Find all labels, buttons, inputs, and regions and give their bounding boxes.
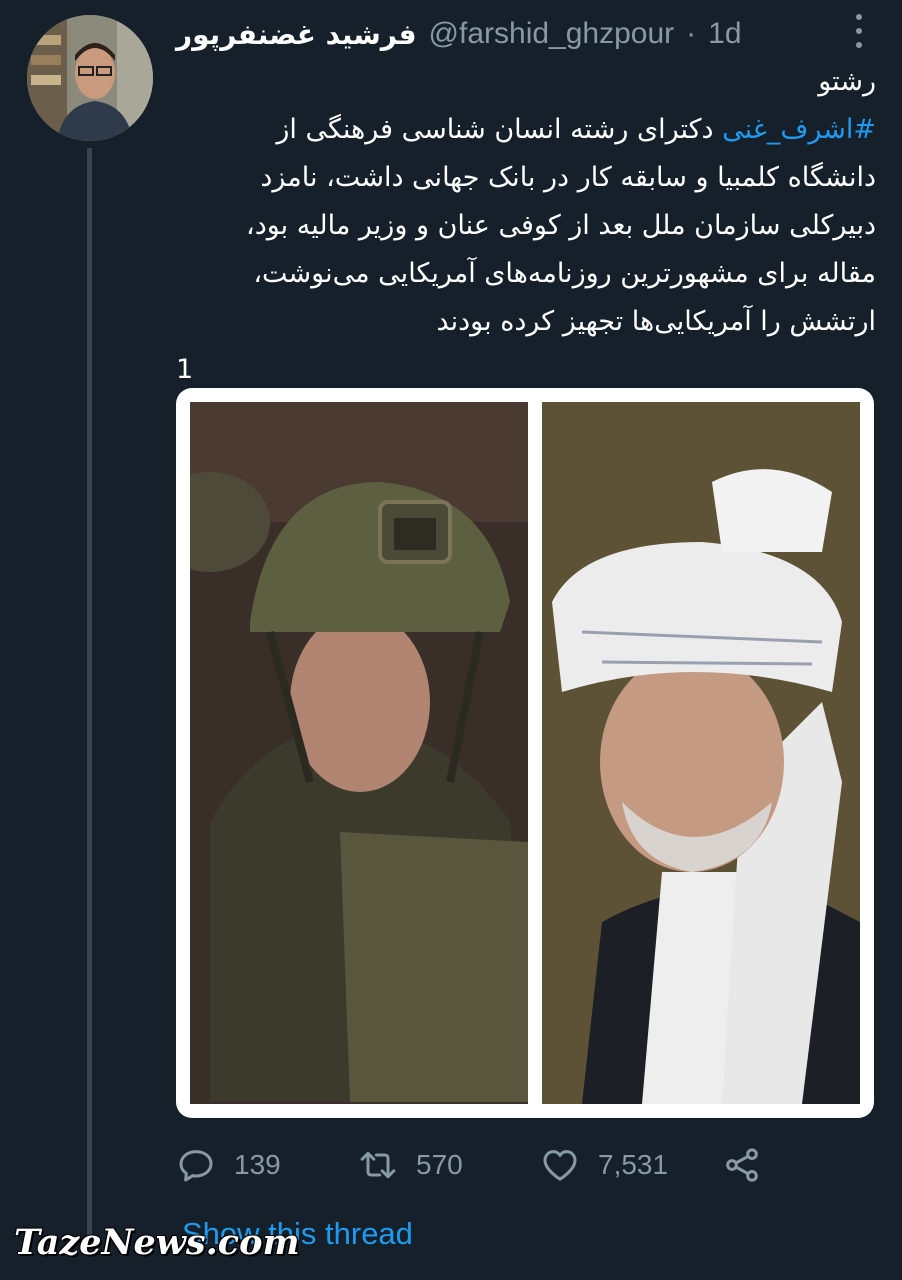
thread-connector-line: [87, 148, 92, 1238]
tweet-text-line: رشتو: [818, 66, 876, 97]
reply-count: 139: [234, 1149, 281, 1180]
tweet-text: رشتو #اشرف_غنی دکترای رشته انسان شناسی ف…: [176, 58, 876, 394]
more-vertical-icon[interactable]: [852, 14, 866, 48]
like-count: 7,531: [598, 1149, 669, 1180]
reply-icon: [179, 1150, 213, 1182]
reply-button[interactable]: 139: [176, 1145, 358, 1185]
share-icon: [726, 1148, 758, 1182]
retweet-icon: [360, 1151, 396, 1179]
tweet-actions: 139 570 7,531: [176, 1140, 776, 1190]
header-separator: ·: [686, 17, 697, 50]
share-button[interactable]: [722, 1145, 762, 1185]
display-name[interactable]: فرشید غضنفرپور: [176, 18, 417, 51]
retweet-button[interactable]: 570: [358, 1145, 540, 1185]
avatar[interactable]: [27, 15, 153, 141]
tweet-text-line: مقاله برای مشهورترین روزنامه‌های آمریکای…: [253, 258, 876, 289]
media-photo-right[interactable]: [542, 402, 860, 1104]
tweet-text-line: 1: [176, 354, 194, 385]
watermark-logo: TazeNews.com: [14, 1222, 300, 1263]
tweet-header: فرشید غضنفرپور @farshid_ghzpour · 1d: [176, 12, 866, 56]
tweet-text-line: #اشرف_غنی دکترای رشته انسان شناسی فرهنگی…: [176, 106, 876, 154]
tweet-text-line: دانشگاه کلمبیا و سابقه کار در بانک جهانی…: [260, 162, 876, 193]
tweet-text-line: ارتشش را آمریکایی‌ها تجهیز کرده بودند: [436, 306, 876, 337]
like-button[interactable]: 7,531: [540, 1145, 722, 1185]
tweet-text-line: دبیرکلی سازمان ملل بعد از کوفی عنان و وز…: [245, 210, 876, 241]
media-photo-left[interactable]: [190, 402, 528, 1104]
like-icon: [543, 1150, 577, 1181]
retweet-count: 570: [416, 1149, 463, 1180]
tweet-media[interactable]: [176, 388, 874, 1118]
hashtag-link[interactable]: #اشرف_غنی: [722, 114, 876, 145]
tweet-timestamp[interactable]: 1d: [708, 17, 741, 51]
tweet-text-fragment: دکترای رشته انسان شناسی فرهنگی از: [276, 114, 723, 145]
user-handle[interactable]: @farshid_ghzpour: [429, 17, 675, 51]
